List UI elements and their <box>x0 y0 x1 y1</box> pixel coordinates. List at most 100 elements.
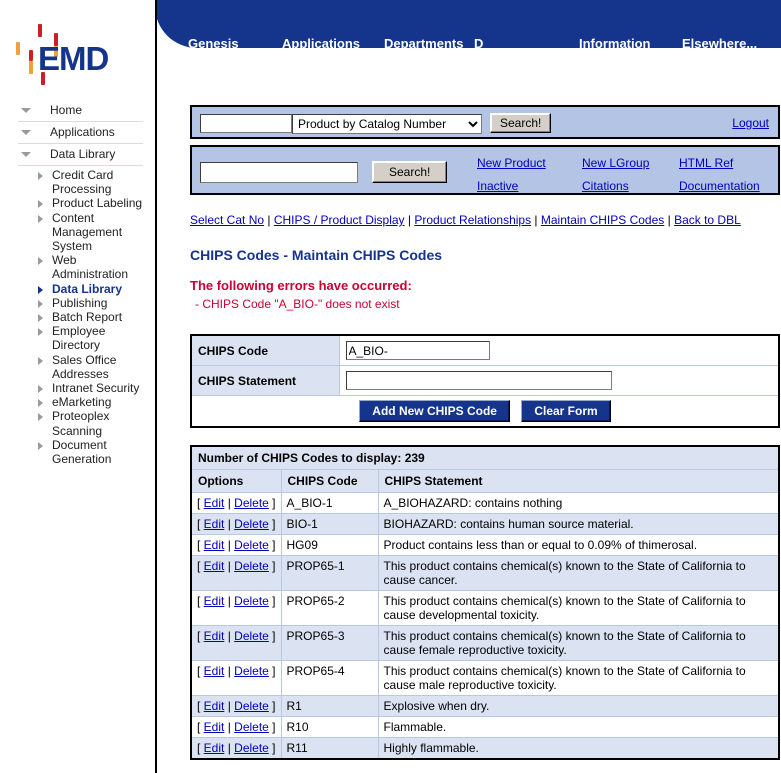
row-options: [ Edit | Delete ] <box>191 738 281 760</box>
sidebar-item-credit-card-processing[interactable]: Credit Card Processing <box>0 168 155 196</box>
sidebar-item-content-management-system[interactable]: Content Management System <box>0 211 155 254</box>
link-html-ref[interactable]: HTML Ref <box>679 156 733 170</box>
delete-link[interactable]: Delete <box>234 496 269 510</box>
sidebar-item-publishing[interactable]: Publishing <box>0 296 155 310</box>
edit-link[interactable]: Edit <box>204 629 225 643</box>
bracket-close: ] <box>269 496 276 510</box>
nav-item-departments[interactable]: Departments <box>384 20 463 68</box>
sidebar-item-product-labeling[interactable]: Product Labeling <box>0 196 155 210</box>
logo-area: EMD <box>0 0 155 100</box>
search-type-select[interactable]: Product by Catalog Number <box>292 114 482 134</box>
sidebar-item-data-library[interactable]: Data Library <box>18 144 143 166</box>
nav-item-genesis[interactable]: Genesis <box>188 20 239 68</box>
link-new-product[interactable]: New Product <box>477 156 546 170</box>
sidebar-item-label: Document Generation <box>52 438 111 466</box>
edit-link[interactable]: Edit <box>204 496 225 510</box>
emd-logo[interactable]: EMD <box>12 24 132 86</box>
cell-chips-statement: This product contains chemical(s) known … <box>378 591 779 626</box>
breadcrumb-link-select-cat-no[interactable]: Select Cat No <box>190 213 264 227</box>
row-options: [ Edit | Delete ] <box>191 696 281 717</box>
sidebar-item-sales-office-addresses[interactable]: Sales Office Addresses <box>0 353 155 381</box>
breadcrumb-separator: | <box>264 213 274 227</box>
row-options: [ Edit | Delete ] <box>191 626 281 661</box>
chevron-right-icon <box>38 442 43 450</box>
edit-link[interactable]: Edit <box>204 720 225 734</box>
breadcrumb-link-product-relationships[interactable]: Product Relationships <box>414 213 531 227</box>
edit-link[interactable]: Edit <box>204 538 225 552</box>
bracket-close: ] <box>269 629 276 643</box>
add-new-chips-code-button[interactable]: Add New CHIPS Code <box>359 400 510 422</box>
nav-item-information[interactable]: Information <box>579 20 651 68</box>
cell-chips-statement: Flammable. <box>378 717 779 738</box>
quicklink-column-3: HTML Ref Documentation <box>679 152 760 198</box>
chevron-down-icon <box>21 152 31 157</box>
edit-link[interactable]: Edit <box>204 699 225 713</box>
bracket-open: [ <box>197 741 204 755</box>
sidebar-item-data-library-sub[interactable]: Data Library <box>0 282 155 296</box>
edit-link[interactable]: Edit <box>204 741 225 755</box>
sidebar-item-web-administration[interactable]: Web Administration <box>0 253 155 281</box>
sidebar-item-batch-report[interactable]: Batch Report <box>0 310 155 324</box>
breadcrumb: Select Cat No | CHIPS / Product Display … <box>190 213 781 227</box>
secondary-search-panel: Search! New Product Inactive New LGroup … <box>190 145 780 195</box>
link-inactive[interactable]: Inactive <box>477 179 518 193</box>
sidebar-item-label: Intranet Security <box>52 381 139 395</box>
nav-item-d[interactable]: D <box>474 20 483 68</box>
sidebar-item-label: Employee Directory <box>52 324 105 352</box>
sidebar-item-intranet-security[interactable]: Intranet Security <box>0 381 155 395</box>
sidebar-item-home[interactable]: Home <box>18 100 143 122</box>
sidebar-divider <box>155 0 157 773</box>
option-separator: | <box>224 517 234 531</box>
delete-link[interactable]: Delete <box>234 538 269 552</box>
sidebar-sublist: Credit Card Processing Product Labeling … <box>0 168 155 466</box>
delete-link[interactable]: Delete <box>234 664 269 678</box>
edit-link[interactable]: Edit <box>204 517 225 531</box>
delete-link[interactable]: Delete <box>234 517 269 531</box>
bracket-open: [ <box>197 699 204 713</box>
table-row: [ Edit | Delete ] R11 Highly flammable. <box>191 738 779 760</box>
quicklink-column-1: New Product Inactive <box>477 152 546 198</box>
delete-link[interactable]: Delete <box>234 559 269 573</box>
secondary-search-button[interactable]: Search! <box>372 161 447 183</box>
link-documentation[interactable]: Documentation <box>679 179 760 193</box>
delete-link[interactable]: Delete <box>234 629 269 643</box>
delete-link[interactable]: Delete <box>234 741 269 755</box>
sidebar-item-emarketing[interactable]: eMarketing <box>0 395 155 409</box>
row-options: [ Edit | Delete ] <box>191 556 281 591</box>
link-citations[interactable]: Citations <box>582 179 629 193</box>
nav-item-elsewhere[interactable]: Elsewhere... <box>682 20 757 68</box>
breadcrumb-link-maintain-chips-codes[interactable]: Maintain CHIPS Codes <box>541 213 664 227</box>
delete-link[interactable]: Delete <box>234 699 269 713</box>
link-new-lgroup[interactable]: New LGroup <box>582 156 649 170</box>
sidebar-item-proteoplex-scanning[interactable]: Proteoplex Scanning <box>0 409 155 437</box>
chips-statement-input[interactable] <box>346 371 612 390</box>
edit-link[interactable]: Edit <box>204 594 225 608</box>
delete-link[interactable]: Delete <box>234 720 269 734</box>
catalog-search-input[interactable] <box>200 114 292 133</box>
secondary-search-input[interactable] <box>200 162 358 183</box>
logout-link[interactable]: Logout <box>732 116 769 130</box>
breadcrumb-link-chips-product-display[interactable]: CHIPS / Product Display <box>274 213 405 227</box>
chevron-right-icon <box>38 200 43 208</box>
sidebar-item-applications[interactable]: Applications <box>18 122 143 144</box>
sidebar-item-label: Publishing <box>52 296 107 310</box>
primary-search-button[interactable]: Search! <box>490 113 551 133</box>
chevron-right-icon <box>38 385 43 393</box>
chevron-right-icon <box>38 257 43 265</box>
sidebar-item-document-generation[interactable]: Document Generation <box>0 438 155 466</box>
option-separator: | <box>224 594 234 608</box>
sidebar-item-employee-directory[interactable]: Employee Directory <box>0 324 155 352</box>
edit-link[interactable]: Edit <box>204 664 225 678</box>
breadcrumb-separator: | <box>531 213 541 227</box>
bracket-open: [ <box>197 559 204 573</box>
bracket-close: ] <box>269 741 276 755</box>
chips-code-input[interactable] <box>346 341 490 360</box>
breadcrumb-link-back-to-dbl[interactable]: Back to DBL <box>674 213 741 227</box>
delete-link[interactable]: Delete <box>234 594 269 608</box>
edit-link[interactable]: Edit <box>204 559 225 573</box>
chevron-right-icon <box>38 286 43 294</box>
clear-form-button[interactable]: Clear Form <box>521 400 610 422</box>
cell-chips-code: PROP65-2 <box>281 591 378 626</box>
nav-item-applications[interactable]: Applications <box>282 20 360 68</box>
bracket-open: [ <box>197 664 204 678</box>
